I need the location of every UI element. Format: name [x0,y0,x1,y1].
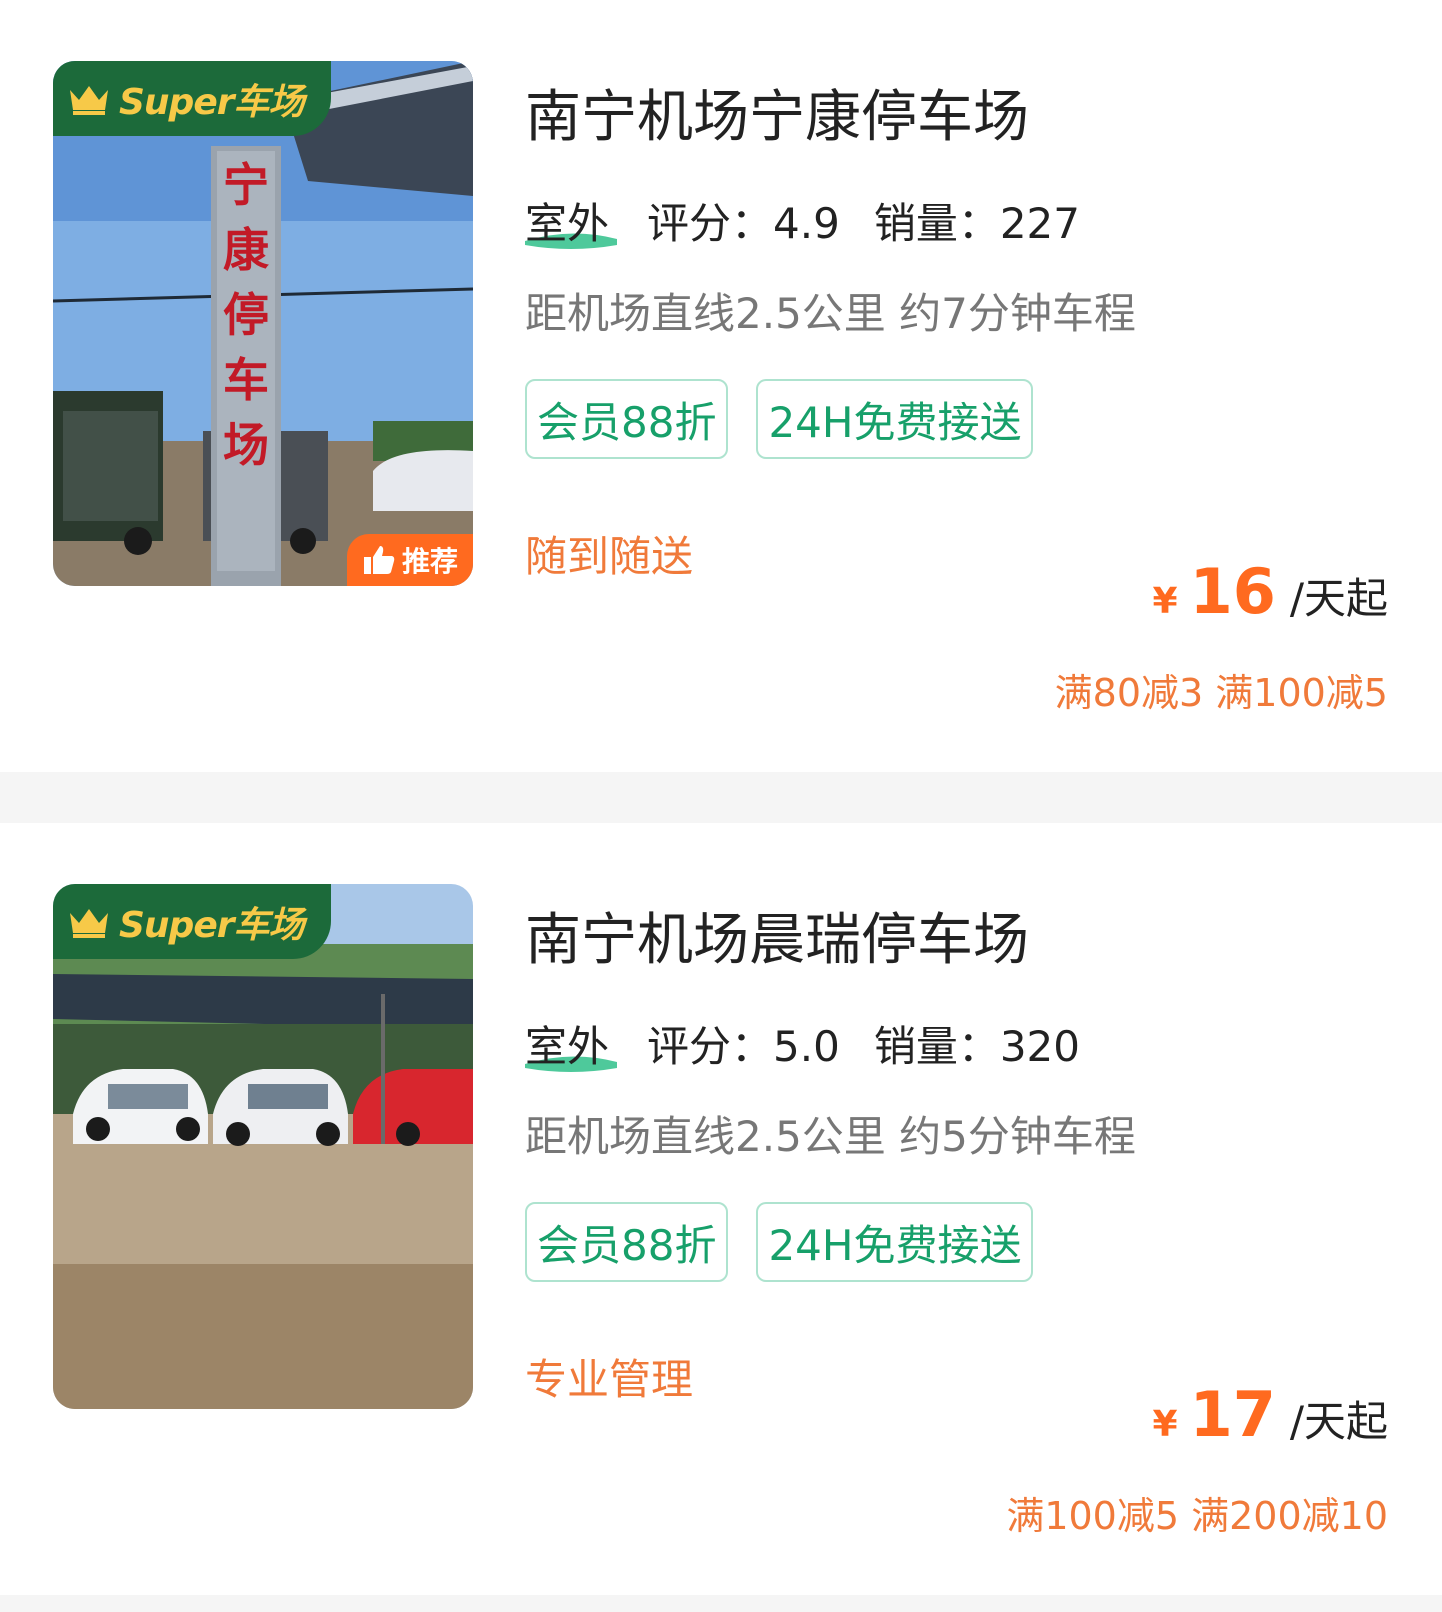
parking-lot-meta: 室外 评分：5.0 销量：320 [525,1013,1080,1073]
sales-text: 销量：320 [873,1021,1080,1071]
super-lot-badge: Super车场 [53,61,331,136]
parking-lot-title[interactable]: 南宁机场晨瑞停车场 [525,895,1029,976]
tag-list: 会员88折 24H免费接送 [525,379,1034,459]
parking-lot-photo-scene: 宁 康 停 车 场 [53,61,473,586]
super-badge-label: Super车场 [119,904,304,946]
svg-text:康: 康 [223,223,269,277]
parking-lot-photo[interactable]: 宁 康 停 车 场 Super车场 推荐 [53,61,473,586]
parking-lot-photo[interactable]: Super车场 [53,884,473,1409]
tag-member-discount: 会员88折 [525,379,729,459]
feature-text: 专业管理 [525,1355,694,1404]
rating-text: 评分：5.0 [647,1021,840,1071]
card-separator [0,1595,1442,1612]
environment-text: 室外 [525,198,610,248]
price-unit: /天起 [1289,574,1388,623]
environment-label: 室外 [525,1013,617,1074]
environment-label: 室外 [525,190,617,251]
parking-listing-card[interactable]: Super车场 南宁机场晨瑞停车场 室外 评分：5.0 销量：320 距机场直线… [0,823,1442,1595]
price: ¥ 16 /天起 [1153,555,1389,628]
parking-lot-meta: 室外 评分：4.9 销量：227 [525,190,1080,250]
tag-free-shuttle: 24H免费接送 [756,379,1034,459]
super-badge-label: Super车场 [119,81,304,123]
environment-text: 室外 [525,1021,610,1071]
parking-listing-card[interactable]: 宁 康 停 车 场 Super车场 推荐 南宁机场宁康停车场 室外 评分：4.9… [0,0,1442,772]
sales-text: 销量：227 [873,198,1080,248]
tag-list: 会员88折 24H免费接送 [525,1202,1034,1282]
price-unit: /天起 [1289,1397,1388,1446]
crown-icon [70,85,108,115]
price-amount: 17 [1189,1378,1276,1451]
svg-text:停: 停 [223,288,269,342]
price-amount: 16 [1189,555,1276,628]
distance-text: 距机场直线2.5公里 约5分钟车程 [525,1112,1136,1161]
card-separator [0,772,1442,823]
distance-text: 距机场直线2.5公里 约7分钟车程 [525,289,1136,338]
svg-text:车: 车 [223,353,269,407]
discount-text: 满100减5 满200减10 [1006,1494,1388,1538]
feature-text: 随到随送 [525,532,694,581]
super-lot-badge: Super车场 [53,884,331,959]
recommended-badge: 推荐 [347,534,473,586]
rating-text: 评分：4.9 [647,198,840,248]
svg-text:宁: 宁 [223,158,269,212]
tag-member-discount: 会员88折 [525,1202,729,1282]
crown-icon [70,908,108,938]
thumbs-up-icon [363,546,395,574]
price-currency: ¥ [1152,581,1178,622]
parking-lot-title[interactable]: 南宁机场宁康停车场 [525,72,1029,153]
parking-lot-photo-scene [53,884,473,1409]
price: ¥ 17 /天起 [1153,1378,1389,1451]
price-currency: ¥ [1152,1404,1178,1445]
recommended-label: 推荐 [401,545,458,578]
tag-free-shuttle: 24H免费接送 [756,1202,1034,1282]
discount-text: 满80减3 满100减5 [1054,671,1388,715]
svg-text:场: 场 [223,418,269,472]
